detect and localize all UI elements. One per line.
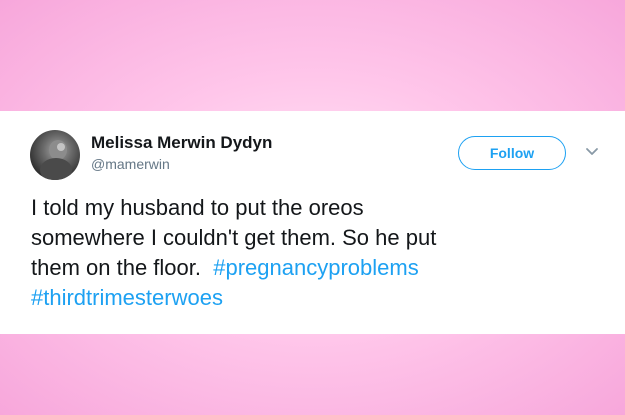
- tweet-text-line: them on the floor. #pregnancyproblems: [31, 253, 601, 283]
- tweet-text-segment: somewhere I couldn't get them. So he put: [31, 225, 437, 250]
- tweet-text-segment: I told my husband to put the oreos: [31, 195, 364, 220]
- tweet-text-line: I told my husband to put the oreos: [31, 193, 601, 223]
- chevron-down-icon[interactable]: [585, 147, 599, 157]
- tweet-text-segment: them on the floor.: [31, 255, 214, 280]
- hashtag-link[interactable]: #thirdtrimesterwoes: [31, 285, 223, 310]
- hashtag-link[interactable]: #pregnancyproblems: [213, 255, 418, 280]
- avatar[interactable]: [30, 130, 80, 180]
- tweet-text: I told my husband to put the oreos somew…: [31, 193, 601, 313]
- author-name[interactable]: Melissa Merwin Dydyn: [91, 133, 272, 153]
- follow-button[interactable]: Follow: [458, 136, 566, 170]
- tweet-text-line: #thirdtrimesterwoes: [31, 283, 601, 313]
- avatar-photo-icon: [40, 140, 72, 180]
- tweet-text-line: somewhere I couldn't get them. So he put: [31, 223, 601, 253]
- author-handle[interactable]: @mamerwin: [91, 156, 170, 172]
